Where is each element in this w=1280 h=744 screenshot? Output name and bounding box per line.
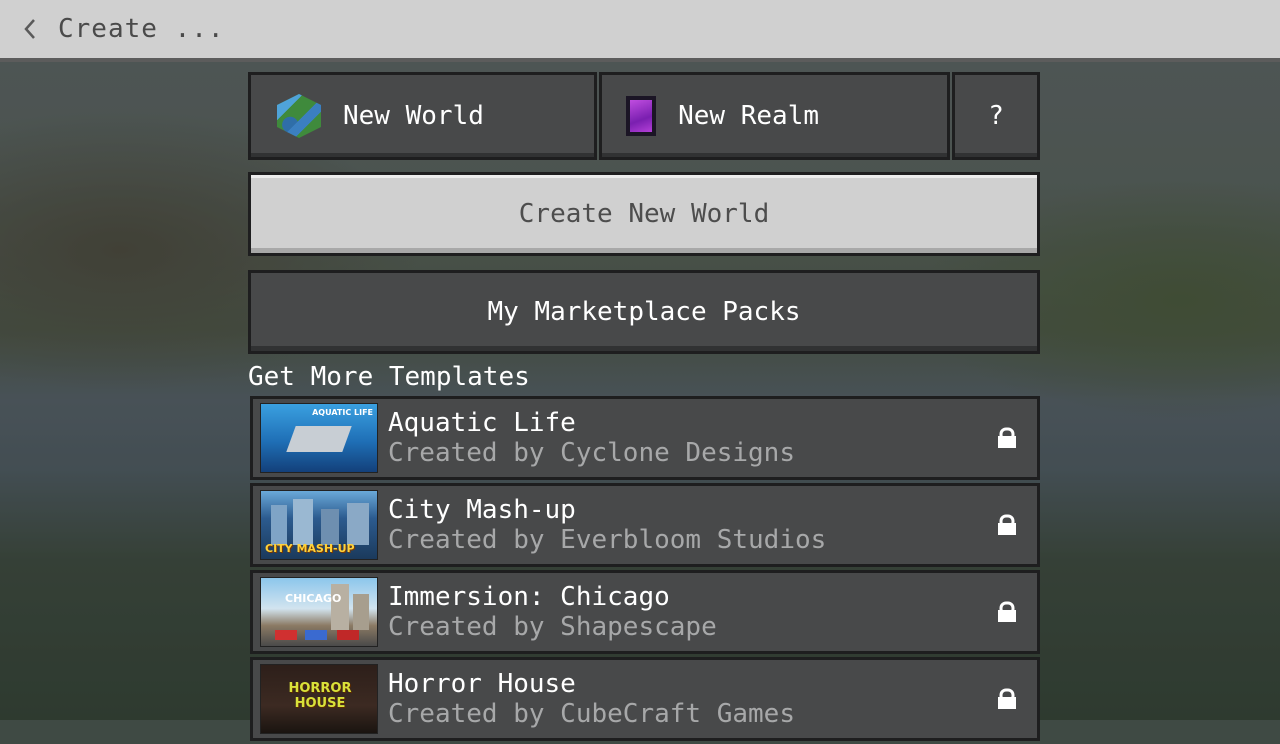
- template-author: Created by CubeCraft Games: [388, 699, 795, 729]
- thumbnail-car: [337, 630, 359, 640]
- template-item-aquatic-life[interactable]: AQUATIC LIFE Aquatic Life Created by Cyc…: [250, 396, 1040, 480]
- thumbnail-tower: [271, 505, 287, 545]
- template-thumbnail: AQUATIC LIFE: [260, 403, 378, 473]
- template-text: City Mash-up Created by Everbloom Studio…: [388, 495, 987, 555]
- template-author: Created by Shapescape: [388, 612, 717, 642]
- template-list: AQUATIC LIFE Aquatic Life Created by Cyc…: [250, 396, 1040, 744]
- chevron-left-icon: [24, 19, 35, 39]
- template-text: Horror House Created by CubeCraft Games: [388, 669, 987, 729]
- help-button[interactable]: ?: [952, 72, 1040, 160]
- thumbnail-tower: [321, 509, 339, 545]
- create-new-world-button[interactable]: Create New World: [248, 172, 1040, 256]
- tab-bar: New World New Realm ?: [248, 72, 1040, 160]
- tab-new-realm-label: New Realm: [678, 101, 820, 131]
- template-thumbnail: CITY MASH-UP: [260, 490, 378, 560]
- thumbnail-building: [353, 594, 369, 630]
- marketplace-packs-label: My Marketplace Packs: [487, 297, 801, 327]
- template-title: Horror House: [388, 669, 576, 699]
- template-author: Created by Cyclone Designs: [388, 438, 795, 468]
- page-title: Create ...: [58, 14, 225, 44]
- back-button[interactable]: [8, 0, 52, 58]
- tab-new-realm[interactable]: New Realm: [599, 72, 951, 160]
- thumbnail-tower: [293, 499, 313, 545]
- thumbnail-title: CHICAGO: [285, 592, 342, 605]
- globe-icon: [277, 94, 321, 138]
- thumbnail-vessel: [286, 426, 352, 452]
- main-column: New World New Realm ? Create New World M…: [248, 72, 1040, 354]
- lock-icon: [987, 679, 1027, 719]
- lock-icon: [987, 418, 1027, 458]
- section-title-templates: Get More Templates: [248, 362, 530, 392]
- template-title: Aquatic Life: [388, 408, 576, 438]
- portal-icon: [626, 96, 657, 136]
- thumbnail-building: [331, 584, 349, 630]
- thumbnail-title: CITY MASH-UP: [265, 542, 355, 555]
- template-text: Aquatic Life Created by Cyclone Designs: [388, 408, 987, 468]
- thumbnail-title: HORROR HOUSE: [288, 681, 352, 711]
- lock-icon: [987, 505, 1027, 545]
- template-title: Immersion: Chicago: [388, 582, 670, 612]
- template-thumbnail: CHICAGO: [260, 577, 378, 647]
- thumbnail-car: [275, 630, 297, 640]
- top-bar: Create ...: [0, 0, 1280, 62]
- thumbnail-title: AQUATIC LIFE: [312, 408, 373, 417]
- thumbnail-car: [305, 630, 327, 640]
- lock-icon: [987, 592, 1027, 632]
- template-item-horror-house[interactable]: HORROR HOUSE Horror House Created by Cub…: [250, 657, 1040, 741]
- create-new-world-label: Create New World: [518, 199, 770, 229]
- thumbnail-tower: [347, 503, 369, 545]
- tab-new-world-label: New World: [343, 101, 484, 131]
- template-item-city-mash-up[interactable]: CITY MASH-UP City Mash-up Created by Eve…: [250, 483, 1040, 567]
- tab-new-world[interactable]: New World: [248, 72, 598, 160]
- template-thumbnail: HORROR HOUSE: [260, 664, 378, 734]
- template-title: City Mash-up: [388, 495, 576, 525]
- marketplace-packs-button[interactable]: My Marketplace Packs: [248, 270, 1040, 354]
- template-author: Created by Everbloom Studios: [388, 525, 827, 555]
- template-item-immersion-chicago[interactable]: CHICAGO Immersion: Chicago Created by Sh…: [250, 570, 1040, 654]
- template-text: Immersion: Chicago Created by Shapescape: [388, 582, 987, 642]
- help-label: ?: [988, 101, 1004, 131]
